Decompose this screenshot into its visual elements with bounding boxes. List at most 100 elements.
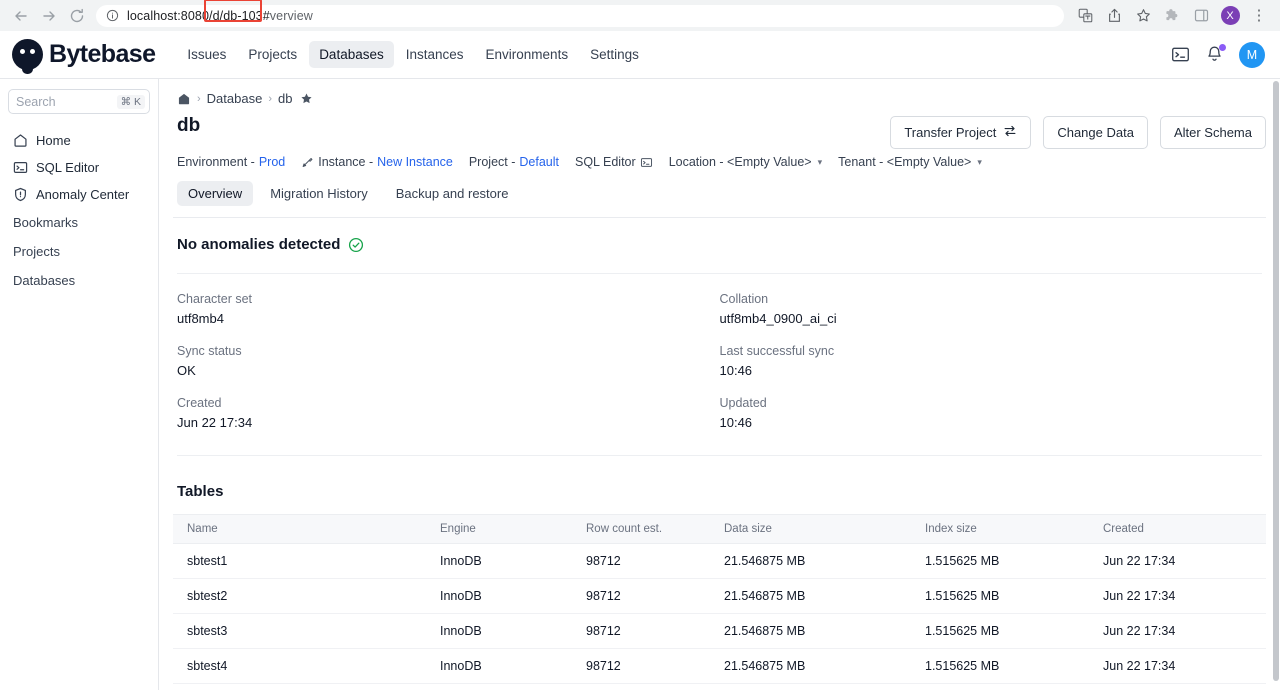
nav-item-databases[interactable]: Databases: [309, 41, 394, 68]
star-icon[interactable]: [1130, 3, 1156, 29]
breadcrumb: › Database › db: [173, 79, 1266, 106]
environment-label: Environment -: [177, 155, 255, 169]
cell-row-count: 98712: [586, 578, 724, 614]
bell-icon[interactable]: [1205, 44, 1226, 64]
address-bar[interactable]: localhost:8080/d/db-103#verview: [96, 0, 1064, 27]
column-header-row-count[interactable]: Row count est.: [586, 514, 724, 544]
sidebar-item-home[interactable]: Home: [8, 127, 150, 154]
nav-item-settings[interactable]: Settings: [580, 41, 649, 68]
tab-backup-and-restore[interactable]: Backup and restore: [385, 181, 520, 206]
info-updated: Updated 10:46: [720, 378, 1263, 430]
info-value: utf8mb4: [177, 311, 224, 326]
header-actions: M: [1171, 41, 1265, 68]
column-header-index-size[interactable]: Index size: [925, 514, 1103, 544]
cell-name[interactable]: sbtest2: [173, 578, 440, 614]
breadcrumb-separator: ›: [268, 92, 272, 105]
cell-name[interactable]: sbtest4: [173, 648, 440, 684]
environment-value[interactable]: Prod: [259, 155, 285, 169]
cell-name[interactable]: sbtest1: [173, 543, 440, 579]
main-navigation: Issues Projects Databases Instances Envi…: [177, 41, 648, 68]
alter-schema-button[interactable]: Alter Schema: [1159, 116, 1266, 149]
vertical-scrollbar[interactable]: [1272, 79, 1280, 690]
sidebar-item-anomaly-center[interactable]: Anomaly Center: [8, 181, 150, 208]
url-text: localhost:8080/d/db-103#verview: [127, 8, 313, 23]
column-header-name[interactable]: Name: [173, 514, 440, 544]
terminal-icon[interactable]: [1171, 45, 1190, 64]
table-row[interactable]: sbtest2 InnoDB 98712 21.546875 MB 1.5156…: [173, 578, 1266, 614]
profile-avatar[interactable]: X: [1217, 3, 1243, 29]
nav-item-environments[interactable]: Environments: [476, 41, 579, 68]
sidebar-item-label: Anomaly Center: [36, 187, 130, 202]
cell-created: Jun 22 17:34: [1103, 683, 1266, 690]
sidebar-item-sql-editor[interactable]: SQL Editor: [8, 154, 150, 181]
puzzle-icon[interactable]: [1159, 3, 1185, 29]
change-data-button[interactable]: Change Data: [1043, 116, 1148, 149]
tenant-label: Tenant - <Empty Value>: [838, 155, 972, 169]
share-icon[interactable]: [1101, 3, 1127, 29]
table-row[interactable]: sbtest4 InnoDB 98712 21.546875 MB 1.5156…: [173, 648, 1266, 684]
sidebar-section-databases[interactable]: Databases: [8, 266, 150, 295]
column-header-data-size[interactable]: Data size: [724, 514, 925, 544]
table-row[interactable]: sbtest3 InnoDB 98712 21.546875 MB 1.5156…: [173, 613, 1266, 649]
nav-item-instances[interactable]: Instances: [396, 41, 474, 68]
sidebar-section-bookmarks[interactable]: Bookmarks: [8, 208, 150, 237]
scrollbar-thumb[interactable]: [1273, 81, 1279, 681]
cell-row-count: 98712: [586, 543, 724, 579]
project-value[interactable]: Default: [519, 155, 559, 169]
back-arrow-icon[interactable]: [8, 3, 34, 29]
cell-name[interactable]: sbtest5: [173, 683, 440, 690]
info-label: Sync status: [177, 344, 242, 358]
sidebar-section-projects[interactable]: Projects: [8, 237, 150, 266]
table-row[interactable]: sbtest5 InnoDB 98712 21.546875 MB 1.5156…: [173, 683, 1266, 690]
tab-migration-history[interactable]: Migration History: [259, 181, 379, 206]
three-dot-menu-icon[interactable]: ⋮: [1246, 3, 1272, 29]
meta-location[interactable]: Location - <Empty Value> ▾: [669, 155, 822, 169]
tab-overview[interactable]: Overview: [177, 181, 254, 206]
side-panel-icon[interactable]: [1188, 3, 1214, 29]
meta-tenant[interactable]: Tenant - <Empty Value> ▾: [838, 155, 982, 169]
table-row[interactable]: sbtest1 InnoDB 98712 21.546875 MB 1.5156…: [173, 543, 1266, 579]
meta-sql-editor-link[interactable]: SQL Editor: [575, 155, 653, 169]
cell-data-size: 21.546875 MB: [724, 613, 925, 649]
location-label: Location - <Empty Value>: [668, 155, 812, 169]
nav-item-projects[interactable]: Projects: [238, 41, 307, 68]
user-avatar[interactable]: M: [1239, 41, 1265, 68]
info-value: 10:46: [719, 363, 753, 378]
home-icon[interactable]: [177, 92, 191, 106]
breadcrumb-separator: ›: [197, 92, 201, 105]
info-value: 10:46: [719, 415, 753, 430]
bytebase-logo[interactable]: Bytebase: [12, 39, 156, 74]
cell-name[interactable]: sbtest3: [173, 613, 440, 649]
tables-table-head: Name Engine Row count est. Data size Ind…: [173, 514, 1266, 544]
info-label: Character set: [177, 292, 253, 306]
cell-index-size: 1.515625 MB: [925, 683, 1103, 690]
chevron-down-icon: ▾: [977, 156, 982, 167]
star-icon[interactable]: [300, 92, 313, 105]
database-meta-row: Environment - Prod Instance - New Instan…: [173, 149, 1266, 169]
browser-actions: X ⋮: [1072, 3, 1272, 29]
breadcrumb-item-db[interactable]: db: [278, 91, 292, 106]
site-info-icon[interactable]: [106, 9, 119, 22]
instance-value[interactable]: New Instance: [377, 155, 453, 169]
cell-index-size: 1.515625 MB: [925, 648, 1103, 684]
app-header: Bytebase Issues Projects Databases Insta…: [0, 31, 1280, 79]
column-header-created[interactable]: Created: [1103, 514, 1266, 544]
database-engine-icon: [301, 156, 314, 169]
search-input[interactable]: Search ⌘ K: [8, 89, 150, 114]
nav-item-issues[interactable]: Issues: [177, 41, 236, 68]
cell-index-size: 1.515625 MB: [925, 543, 1103, 579]
translate-icon[interactable]: [1072, 3, 1098, 29]
forward-arrow-icon[interactable]: [36, 3, 62, 29]
sql-editor-label: SQL Editor: [575, 155, 636, 169]
breadcrumb-item-database[interactable]: Database: [207, 91, 263, 106]
info-label: Updated: [719, 396, 767, 410]
column-header-engine[interactable]: Engine: [440, 514, 586, 544]
tab-bar: Overview Migration History Backup and re…: [173, 169, 1266, 206]
info-value: Jun 22 17:34: [177, 415, 253, 430]
sidebar: Search ⌘ K Home SQL Editor Anomaly Cente…: [0, 79, 159, 690]
transfer-project-button[interactable]: Transfer Project: [890, 116, 1032, 149]
cell-data-size: 21.546875 MB: [724, 543, 925, 579]
main-content: › Database › db db Transfer Project Chan…: [159, 79, 1280, 690]
info-label: Created: [177, 396, 222, 410]
reload-icon[interactable]: [64, 3, 90, 29]
